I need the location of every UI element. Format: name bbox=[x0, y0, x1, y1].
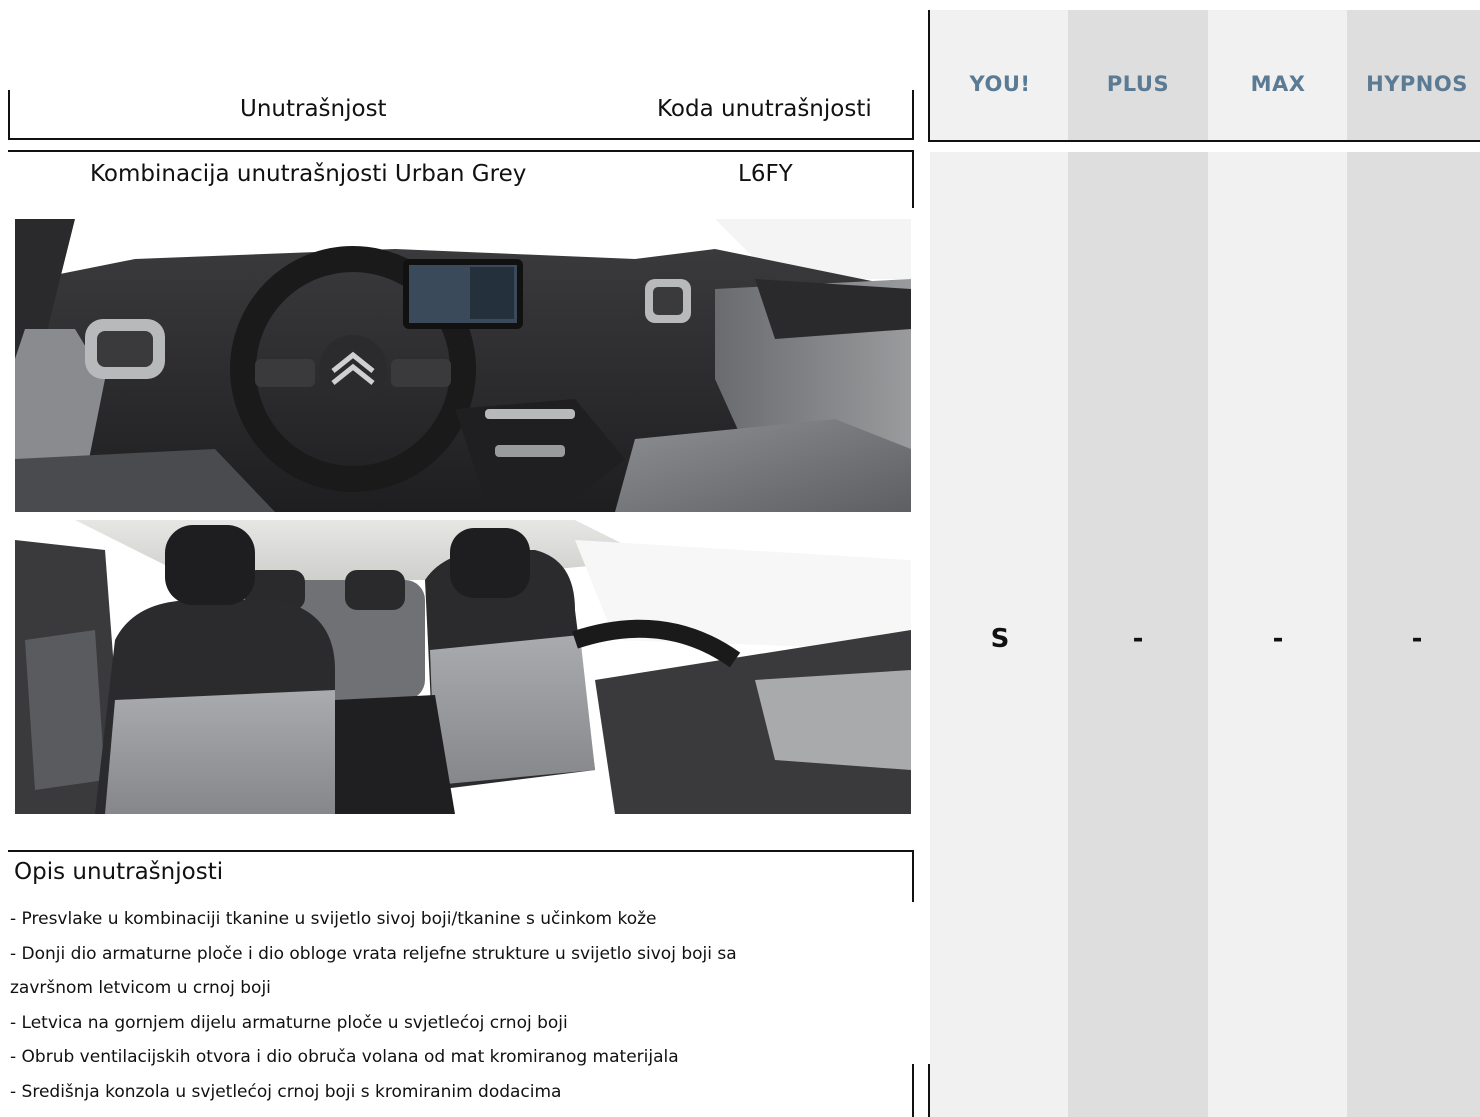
trim-header-border bbox=[928, 10, 1480, 142]
description-list: - Presvlake u kombinaciji tkanine u svij… bbox=[10, 902, 890, 1109]
divider-line bbox=[912, 1064, 914, 1117]
interior-name: Kombinacija unutrašnjosti Urban Grey bbox=[90, 161, 527, 187]
trim-plus-availability: - bbox=[1132, 624, 1144, 654]
description-line: - Donji dio armaturne ploče i dio obloge… bbox=[10, 943, 737, 964]
interior-code: L6FY bbox=[738, 161, 793, 187]
interior-code-column-header: Koda unutrašnjosti bbox=[657, 96, 872, 122]
description-title: Opis unutrašnjosti bbox=[14, 859, 224, 885]
trim-comparison-table: YOU! PLUS MAX HYPNOS S - - - bbox=[930, 10, 1480, 1117]
interior-column-header: Unutrašnjost bbox=[240, 96, 387, 122]
seats-interior-photo bbox=[15, 520, 911, 814]
description-line: - Letvica na gornjem dijelu armaturne pl… bbox=[10, 1012, 568, 1033]
description-line: završnom letvicom u crnoj boji bbox=[10, 978, 271, 998]
trim-max-availability: - bbox=[1272, 624, 1284, 654]
trim-hypnos-availability: - bbox=[1411, 624, 1423, 654]
description-line: - Obrub ventilacijskih otvora i dio obru… bbox=[10, 1047, 679, 1067]
trim-you-availability: S bbox=[990, 624, 1010, 654]
description-line: - Presvlake u kombinaciji tkanine u svij… bbox=[10, 909, 657, 929]
description-line: - Središnja konzola u svjetlećoj crnoj b… bbox=[10, 1081, 562, 1102]
dashboard-interior-photo bbox=[15, 219, 911, 512]
